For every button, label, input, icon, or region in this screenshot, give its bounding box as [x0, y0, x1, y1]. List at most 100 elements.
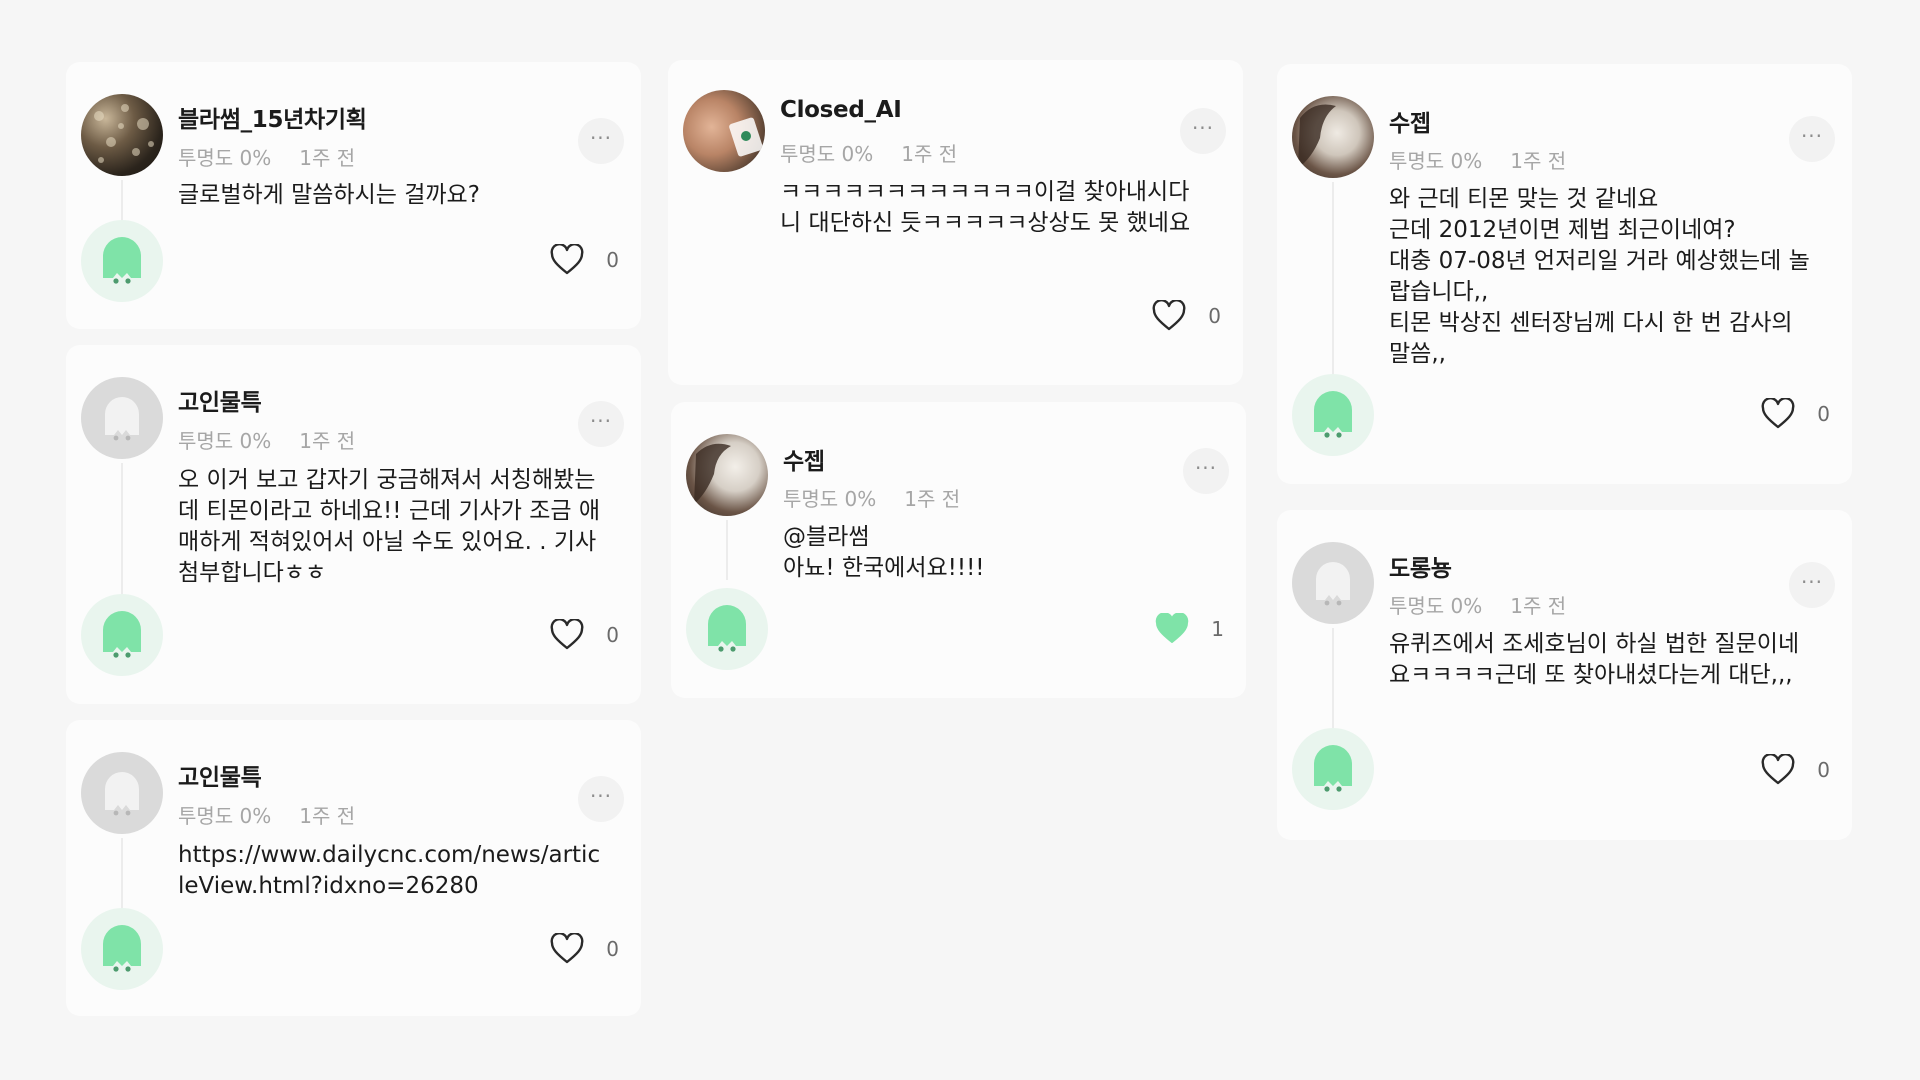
like-button[interactable]: 0: [550, 619, 619, 651]
comment-body: ㅋㅋㅋㅋㅋㅋㅋㅋㅋㅋㅋㅋ이걸 찾아내시다니 대단하신 듯ㅋㅋㅋㅋㅋ상상도 못 했…: [780, 179, 1191, 236]
timestamp: 1주 전: [299, 146, 356, 170]
comment-meta: 투명도 0% 1주 전: [178, 425, 355, 454]
ghost-icon: [103, 925, 141, 972]
comment-body: 유퀴즈에서 조세호님이 하실 법한 질문이네요ㅋㅋㅋㅋ근데 또 찾아내셨다는게 …: [1389, 631, 1800, 688]
ghost-icon: [105, 397, 139, 441]
comment-meta: 투명도 0% 1주 전: [1389, 590, 1566, 619]
more-options-button[interactable]: ···: [1789, 562, 1835, 608]
user-avatar-photo[interactable]: [1292, 96, 1374, 178]
ghost-icon: [103, 611, 141, 658]
ghost-icon: [708, 605, 746, 652]
user-avatar-photo[interactable]: [683, 90, 765, 172]
comment-card: 도롱뇽 투명도 0% 1주 전 ··· 유퀴즈에서 조세호님이 하실 법한 질문이…: [1277, 510, 1852, 840]
like-button[interactable]: 0: [1152, 300, 1221, 332]
more-options-button[interactable]: ···: [1789, 116, 1835, 162]
more-options-button[interactable]: ···: [578, 118, 624, 164]
username[interactable]: 수젭: [783, 442, 825, 476]
like-button-liked[interactable]: 1: [1155, 613, 1224, 645]
like-button[interactable]: 0: [550, 933, 619, 965]
comment-card: 블라썸_15년차기획 투명도 0% 1주 전 ··· 글로벌하게 말씀하시는 걸까…: [66, 62, 641, 329]
transparency-label: 투명도 0%: [1389, 149, 1483, 173]
heart-outline-icon: [550, 933, 584, 964]
thread-line: [1332, 628, 1334, 738]
heart-outline-icon: [550, 619, 584, 650]
photo-person-icon: [729, 117, 763, 157]
comment-body: 글로벌하게 말씀하시는 걸까요?: [178, 182, 480, 208]
transparency-label: 투명도 0%: [178, 146, 272, 170]
username[interactable]: 고인물특: [178, 383, 262, 417]
ghost-icon: [103, 237, 141, 284]
like-button[interactable]: 0: [1761, 398, 1830, 430]
reply-ghost-avatar[interactable]: [81, 908, 163, 990]
more-options-button[interactable]: ···: [1180, 108, 1226, 154]
username[interactable]: 고인물특: [178, 758, 262, 792]
username[interactable]: 도롱뇽: [1389, 549, 1452, 583]
more-options-button[interactable]: ···: [578, 401, 624, 447]
thread-line: [121, 463, 123, 613]
comment-meta: 투명도 0% 1주 전: [1389, 145, 1566, 174]
timestamp: 1주 전: [901, 142, 958, 166]
user-avatar-photo[interactable]: [686, 434, 768, 516]
like-count: 0: [606, 623, 619, 647]
heart-outline-icon: [1152, 300, 1186, 331]
like-count: 0: [606, 248, 619, 272]
transparency-label: 투명도 0%: [1389, 594, 1483, 618]
username[interactable]: 수젭: [1389, 104, 1431, 138]
like-count: 1: [1211, 617, 1224, 641]
reply-ghost-avatar[interactable]: [1292, 374, 1374, 456]
comment-body: 오 이거 보고 갑자기 궁금해져서 서칭해봤는데 티몬이라고 하네요!! 근데 …: [178, 467, 604, 586]
reply-ghost-avatar[interactable]: [686, 588, 768, 670]
like-count: 0: [606, 937, 619, 961]
comment-body: @블라썸 아뇨! 한국에서요!!!!: [783, 524, 985, 581]
photo-texture-icon: [94, 104, 154, 163]
timestamp: 1주 전: [904, 487, 961, 511]
comment-meta: 투명도 0% 1주 전: [178, 142, 355, 171]
heart-outline-icon: [550, 244, 584, 275]
comment-link[interactable]: https://www.dailycnc.com/news/articleVie…: [178, 840, 603, 902]
transparency-label: 투명도 0%: [783, 487, 877, 511]
comment-card: 고인물특 투명도 0% 1주 전 ··· 오 이거 보고 갑자기 궁금해져서 서칭…: [66, 345, 641, 704]
heart-outline-icon: [1761, 398, 1795, 429]
comment-meta: 투명도 0% 1주 전: [783, 483, 960, 512]
ghost-icon: [1314, 745, 1352, 792]
thread-line: [1332, 182, 1334, 382]
more-options-button[interactable]: ···: [1183, 448, 1229, 494]
user-avatar-photo[interactable]: [81, 94, 163, 176]
comment-body: 와 근데 티몬 맞는 것 같네요 근데 2012년이면 제법 최근이네여? 대충…: [1389, 186, 1810, 367]
heart-outline-icon: [1761, 754, 1795, 785]
ghost-icon: [1314, 391, 1352, 438]
username[interactable]: 블라썸_15년차기획: [178, 100, 367, 134]
like-count: 0: [1208, 304, 1221, 328]
like-button[interactable]: 0: [1761, 754, 1830, 786]
like-count: 0: [1817, 758, 1830, 782]
thread-line: [726, 520, 728, 580]
comment-card: 고인물특 투명도 0% 1주 전 ··· https://www.dailycnc…: [66, 720, 641, 1016]
comment-card: Closed_AI 투명도 0% 1주 전 ··· ㅋㅋㅋㅋㅋㅋㅋㅋㅋㅋㅋㅋ이걸 …: [668, 60, 1243, 385]
transparency-label: 투명도 0%: [178, 804, 272, 828]
reply-ghost-avatar[interactable]: [81, 220, 163, 302]
like-button[interactable]: 0: [550, 244, 619, 276]
user-avatar-ghost[interactable]: [1292, 542, 1374, 624]
comment-card: 수젭 투명도 0% 1주 전 ··· @블라썸 아뇨! 한국에서요!!!! 1: [671, 402, 1246, 698]
comment-card: 수젭 투명도 0% 1주 전 ··· 와 근데 티몬 맞는 것 같네요 근데 20…: [1277, 64, 1852, 484]
user-avatar-ghost[interactable]: [81, 377, 163, 459]
user-avatar-ghost[interactable]: [81, 752, 163, 834]
transparency-label: 투명도 0%: [178, 429, 272, 453]
reply-ghost-avatar[interactable]: [1292, 728, 1374, 810]
more-options-button[interactable]: ···: [578, 776, 624, 822]
reply-ghost-avatar[interactable]: [81, 594, 163, 676]
timestamp: 1주 전: [299, 429, 356, 453]
photo-person-icon: [1298, 104, 1336, 168]
ghost-icon: [105, 772, 139, 816]
username[interactable]: Closed_AI: [780, 97, 902, 123]
timestamp: 1주 전: [299, 804, 356, 828]
like-count: 0: [1817, 402, 1830, 426]
photo-person-icon: [694, 443, 731, 504]
comment-meta: 투명도 0% 1주 전: [780, 138, 957, 167]
transparency-label: 투명도 0%: [780, 142, 874, 166]
heart-filled-icon: [1156, 613, 1189, 643]
timestamp: 1주 전: [1510, 594, 1567, 618]
comment-meta: 투명도 0% 1주 전: [178, 800, 355, 829]
timestamp: 1주 전: [1510, 149, 1567, 173]
ghost-icon: [1316, 562, 1350, 606]
